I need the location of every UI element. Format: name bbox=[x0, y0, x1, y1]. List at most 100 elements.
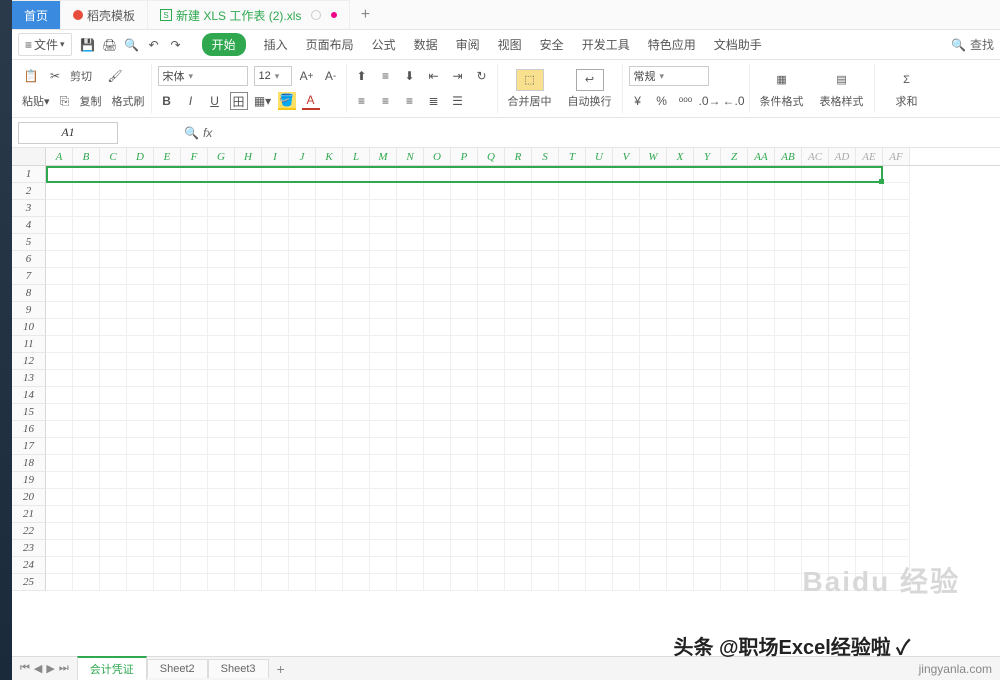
cell[interactable] bbox=[46, 217, 73, 234]
cell[interactable] bbox=[154, 489, 181, 506]
cell[interactable] bbox=[829, 285, 856, 302]
italic-icon[interactable]: I bbox=[182, 92, 200, 110]
cell[interactable] bbox=[181, 404, 208, 421]
cell-style-icon[interactable]: ▦▾ bbox=[254, 92, 272, 110]
cell[interactable] bbox=[802, 302, 829, 319]
cell[interactable] bbox=[343, 472, 370, 489]
cell[interactable] bbox=[370, 421, 397, 438]
row-header[interactable]: 7 bbox=[12, 268, 46, 285]
cell[interactable] bbox=[667, 370, 694, 387]
cell[interactable] bbox=[46, 251, 73, 268]
cell[interactable] bbox=[478, 336, 505, 353]
align-top-icon[interactable]: ⬆ bbox=[353, 67, 371, 85]
col-header[interactable]: AA bbox=[748, 148, 775, 165]
cell[interactable] bbox=[505, 455, 532, 472]
cell[interactable] bbox=[100, 285, 127, 302]
cell[interactable] bbox=[748, 574, 775, 591]
cell[interactable] bbox=[46, 557, 73, 574]
cell[interactable] bbox=[262, 370, 289, 387]
cell[interactable] bbox=[451, 404, 478, 421]
col-header[interactable]: S bbox=[532, 148, 559, 165]
cell[interactable] bbox=[829, 251, 856, 268]
cell[interactable] bbox=[505, 336, 532, 353]
cell[interactable] bbox=[721, 421, 748, 438]
row-header[interactable]: 2 bbox=[12, 183, 46, 200]
cell[interactable] bbox=[316, 557, 343, 574]
cell[interactable] bbox=[235, 489, 262, 506]
cell[interactable] bbox=[235, 472, 262, 489]
cell[interactable] bbox=[613, 370, 640, 387]
cell[interactable] bbox=[721, 268, 748, 285]
cell[interactable] bbox=[370, 285, 397, 302]
cell[interactable] bbox=[640, 319, 667, 336]
col-header[interactable]: F bbox=[181, 148, 208, 165]
cell[interactable] bbox=[721, 472, 748, 489]
col-header[interactable]: E bbox=[154, 148, 181, 165]
cell[interactable] bbox=[424, 268, 451, 285]
row-header[interactable]: 25 bbox=[12, 574, 46, 591]
cell[interactable] bbox=[856, 200, 883, 217]
cell[interactable] bbox=[424, 438, 451, 455]
tab-home[interactable]: 首页 bbox=[12, 0, 61, 29]
cell[interactable] bbox=[127, 472, 154, 489]
cell[interactable] bbox=[451, 557, 478, 574]
cell[interactable] bbox=[478, 455, 505, 472]
cell[interactable] bbox=[262, 540, 289, 557]
cell[interactable] bbox=[235, 336, 262, 353]
cell[interactable] bbox=[100, 370, 127, 387]
cell[interactable] bbox=[424, 251, 451, 268]
cell[interactable] bbox=[154, 353, 181, 370]
col-header[interactable]: Z bbox=[721, 148, 748, 165]
cell[interactable] bbox=[829, 217, 856, 234]
cell[interactable] bbox=[46, 234, 73, 251]
cell[interactable] bbox=[235, 166, 262, 183]
cell[interactable] bbox=[424, 540, 451, 557]
cell[interactable] bbox=[46, 489, 73, 506]
cell[interactable] bbox=[289, 353, 316, 370]
cell[interactable] bbox=[748, 353, 775, 370]
name-box[interactable]: A1 bbox=[18, 122, 118, 144]
cell[interactable] bbox=[235, 574, 262, 591]
cell[interactable] bbox=[73, 268, 100, 285]
cell[interactable] bbox=[721, 285, 748, 302]
cell[interactable] bbox=[208, 506, 235, 523]
cell[interactable] bbox=[694, 472, 721, 489]
cell[interactable] bbox=[46, 540, 73, 557]
cell[interactable] bbox=[748, 455, 775, 472]
cell[interactable] bbox=[856, 370, 883, 387]
cell[interactable] bbox=[262, 268, 289, 285]
cell[interactable] bbox=[532, 421, 559, 438]
ribbon-tab-layout[interactable]: 页面布局 bbox=[306, 36, 354, 53]
cell[interactable] bbox=[289, 472, 316, 489]
cell[interactable] bbox=[127, 506, 154, 523]
cell[interactable] bbox=[613, 302, 640, 319]
preview-icon[interactable]: 🔍 bbox=[124, 37, 140, 53]
cell[interactable] bbox=[370, 370, 397, 387]
cell[interactable] bbox=[586, 421, 613, 438]
row-header[interactable]: 12 bbox=[12, 353, 46, 370]
cell[interactable] bbox=[127, 353, 154, 370]
row-header[interactable]: 9 bbox=[12, 302, 46, 319]
cell[interactable] bbox=[46, 302, 73, 319]
cell[interactable] bbox=[748, 268, 775, 285]
cell[interactable] bbox=[46, 370, 73, 387]
cell[interactable] bbox=[397, 251, 424, 268]
cell[interactable] bbox=[181, 251, 208, 268]
row-header[interactable]: 21 bbox=[12, 506, 46, 523]
cell[interactable] bbox=[478, 540, 505, 557]
cell[interactable] bbox=[721, 370, 748, 387]
cell[interactable] bbox=[208, 557, 235, 574]
cell[interactable] bbox=[154, 574, 181, 591]
cell[interactable] bbox=[208, 421, 235, 438]
cell[interactable] bbox=[532, 285, 559, 302]
cell[interactable] bbox=[829, 472, 856, 489]
cell[interactable] bbox=[802, 387, 829, 404]
cell[interactable] bbox=[208, 387, 235, 404]
cell[interactable] bbox=[451, 200, 478, 217]
cell[interactable] bbox=[100, 540, 127, 557]
cell[interactable] bbox=[559, 353, 586, 370]
cell[interactable] bbox=[667, 285, 694, 302]
cell[interactable] bbox=[343, 353, 370, 370]
cell[interactable] bbox=[532, 268, 559, 285]
row-header[interactable]: 8 bbox=[12, 285, 46, 302]
